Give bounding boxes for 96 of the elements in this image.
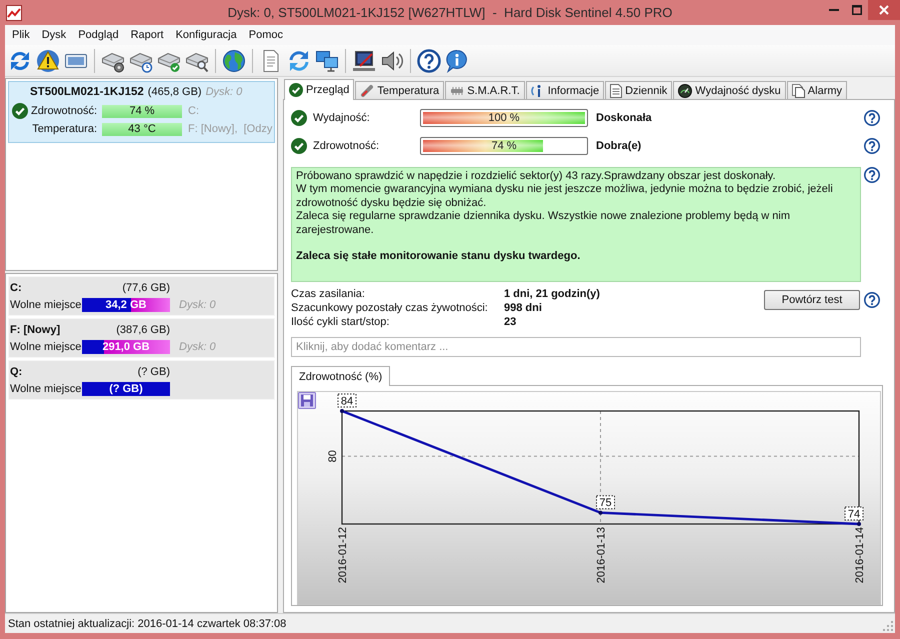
menu-item[interactable]: Dysk xyxy=(36,25,72,45)
status-text: Stan ostatniej aktualizacji: 2016-01-14 czwartek 08:37:08 xyxy=(8,618,286,630)
data-point xyxy=(857,522,861,526)
fact-label: Szacunkowy pozostały czas żywotności: xyxy=(291,302,489,314)
chip-icon xyxy=(450,86,464,94)
score-reading: 100 % xyxy=(487,111,521,126)
thermometer-icon xyxy=(360,84,374,98)
health-label: Zdrowotność: xyxy=(30,105,97,117)
free-space-value: (? GB) xyxy=(108,382,144,396)
tab[interactable]: Informacje xyxy=(526,81,604,99)
data-label: 74 xyxy=(844,506,864,520)
data-label: 74 xyxy=(848,508,860,520)
disk-number: Dysk: 0 xyxy=(179,299,216,311)
partition-size: (? GB) xyxy=(138,366,170,378)
save-icon[interactable] xyxy=(298,392,316,409)
data-point xyxy=(598,510,602,515)
fact-value: 1 dni, 21 godzin(y) xyxy=(504,288,601,300)
menu-item[interactable]: Plik xyxy=(6,25,36,45)
rating-verdict: Doskonała xyxy=(596,112,652,124)
fact-label: Ilość cykli start/stop: xyxy=(291,316,390,328)
help-icon[interactable] xyxy=(864,167,880,183)
data-label: 75 xyxy=(599,497,612,510)
help-icon[interactable] xyxy=(864,292,880,308)
info-icon[interactable] xyxy=(445,48,469,72)
chart-tab[interactable]: Zdrowotność (%) xyxy=(291,366,390,386)
message-text: W tym momencie gwarancyjna wymiana dysku nie jest jeszcze możliwa, jedynie można to będzie zrobić, jeżeli zdrowotność dysku będzie się obniżać. xyxy=(296,183,834,210)
temperature-label: Temperatura: xyxy=(31,123,97,135)
x-axis-label: 2016-01-13 xyxy=(596,527,608,584)
fact-value: 998 dni xyxy=(504,302,543,314)
disk-model: ST500LM021-1KJ152 xyxy=(30,86,144,98)
free-space-label: Wolne miejsce xyxy=(10,383,82,395)
disk-number: Dysk: 0 xyxy=(206,86,242,98)
tab[interactable]: S.M.A.R.T. xyxy=(445,81,525,99)
close-button[interactable] xyxy=(868,0,900,20)
check-icon xyxy=(291,138,307,154)
resize-grip-icon[interactable] xyxy=(883,621,893,631)
tab[interactable]: Alarmy xyxy=(786,81,848,99)
partition-name: F: [Nowy] xyxy=(10,324,60,336)
data-label: 84 xyxy=(340,396,354,408)
menu-item[interactable]: Pomoc xyxy=(242,25,289,45)
check-icon xyxy=(289,83,303,97)
partition-name: C: xyxy=(10,282,22,294)
tab[interactable]: Dziennik xyxy=(605,81,672,99)
rating-label: Wydajność: xyxy=(313,112,371,124)
health-value: 74 % xyxy=(102,104,182,118)
menu-item[interactable]: Podgląd xyxy=(72,25,125,45)
fact-value: 23 xyxy=(504,316,518,328)
free-space-label: Wolne miejsce xyxy=(10,299,82,311)
recommendation-text: Zaleca się stałe monitorowanie stanu dysku twardego. xyxy=(296,250,582,264)
x-axis-label: 2016-01-14 xyxy=(854,527,866,584)
y-axis-label: 80 xyxy=(327,450,339,462)
partition-name: Q: xyxy=(10,366,22,378)
tab[interactable]: Wydajność dysku xyxy=(673,81,786,99)
monitors-icon[interactable] xyxy=(315,48,339,72)
help-icon[interactable] xyxy=(864,138,880,154)
app-icon xyxy=(6,5,22,21)
retest-button[interactable]: Powtórz test xyxy=(764,290,860,310)
menu-item[interactable]: Raport xyxy=(124,25,170,45)
rating-label: Zdrowotność: xyxy=(313,140,380,152)
free-space-label: Wolne miejsce xyxy=(10,341,82,353)
rating-verdict: Dobra(e) xyxy=(596,140,642,152)
data-label: 75 xyxy=(596,495,615,510)
speaker-icon[interactable] xyxy=(380,48,404,72)
close-icon xyxy=(879,5,889,15)
disk-number: Dysk: 0 xyxy=(179,341,216,353)
check-icon xyxy=(291,110,307,126)
partition-size: (387,6 GB) xyxy=(116,324,170,336)
menu-item[interactable]: Konfiguracja xyxy=(170,25,243,45)
disk-size: (465,8 GB) xyxy=(148,86,202,98)
message-text: Próbowano sprawdzić w napędzie i rozdzielić sektor(y) 43 razy.Sprawdzany obszar jest doskonały. xyxy=(296,170,777,184)
help-icon[interactable] xyxy=(417,48,441,72)
fact-label: Czas zasilania: xyxy=(291,288,366,300)
disk-card[interactable]: ST500LM021-1KJ152 (465,8 GB) Dysk: 0 Zdrowotność: 74 % C: Temperatura: 43 °C F: [Nowy], [Odzy xyxy=(8,81,275,143)
globe-icon[interactable] xyxy=(222,48,246,72)
sync-icon[interactable] xyxy=(287,48,311,72)
warning-icon[interactable] xyxy=(36,48,60,72)
partition-size: (77,6 GB) xyxy=(122,282,170,294)
gauge-icon xyxy=(678,84,692,98)
tab[interactable]: Temperatura xyxy=(355,81,444,99)
data-label: 84 xyxy=(338,394,356,408)
window-title: Dysk: 0, ST500LM021-1KJ152 [W627HTLW] - Hard Disk Sentinel 4.50 PRO xyxy=(226,4,674,22)
tab[interactable]: Przegląd xyxy=(284,79,354,100)
data-point xyxy=(340,409,344,413)
minimize-icon xyxy=(828,9,838,11)
temperature-value: 43 °C xyxy=(102,122,182,136)
laptop-icon[interactable] xyxy=(352,48,376,72)
x-axis-label: 2016-01-12 xyxy=(337,527,349,584)
partition-card[interactable]: Q: (? GB) Wolne miejsce (? GB) xyxy=(8,360,275,400)
comment-field[interactable]: Kliknij, aby dodać komentarz ... xyxy=(291,337,861,357)
help-icon[interactable] xyxy=(864,110,880,126)
volume-list: F: [Nowy], [Odzy xyxy=(188,123,272,135)
message-text: Zaleca się regularne sprawdzanie dziennika dysku. Wszystkie nowe znalezione problemy będą w nim zarejestrowane. xyxy=(296,210,792,238)
score-reading: 74 % xyxy=(490,139,518,154)
volume-list: C: xyxy=(188,105,199,117)
check-icon xyxy=(12,103,28,119)
maximize-icon xyxy=(852,5,862,15)
